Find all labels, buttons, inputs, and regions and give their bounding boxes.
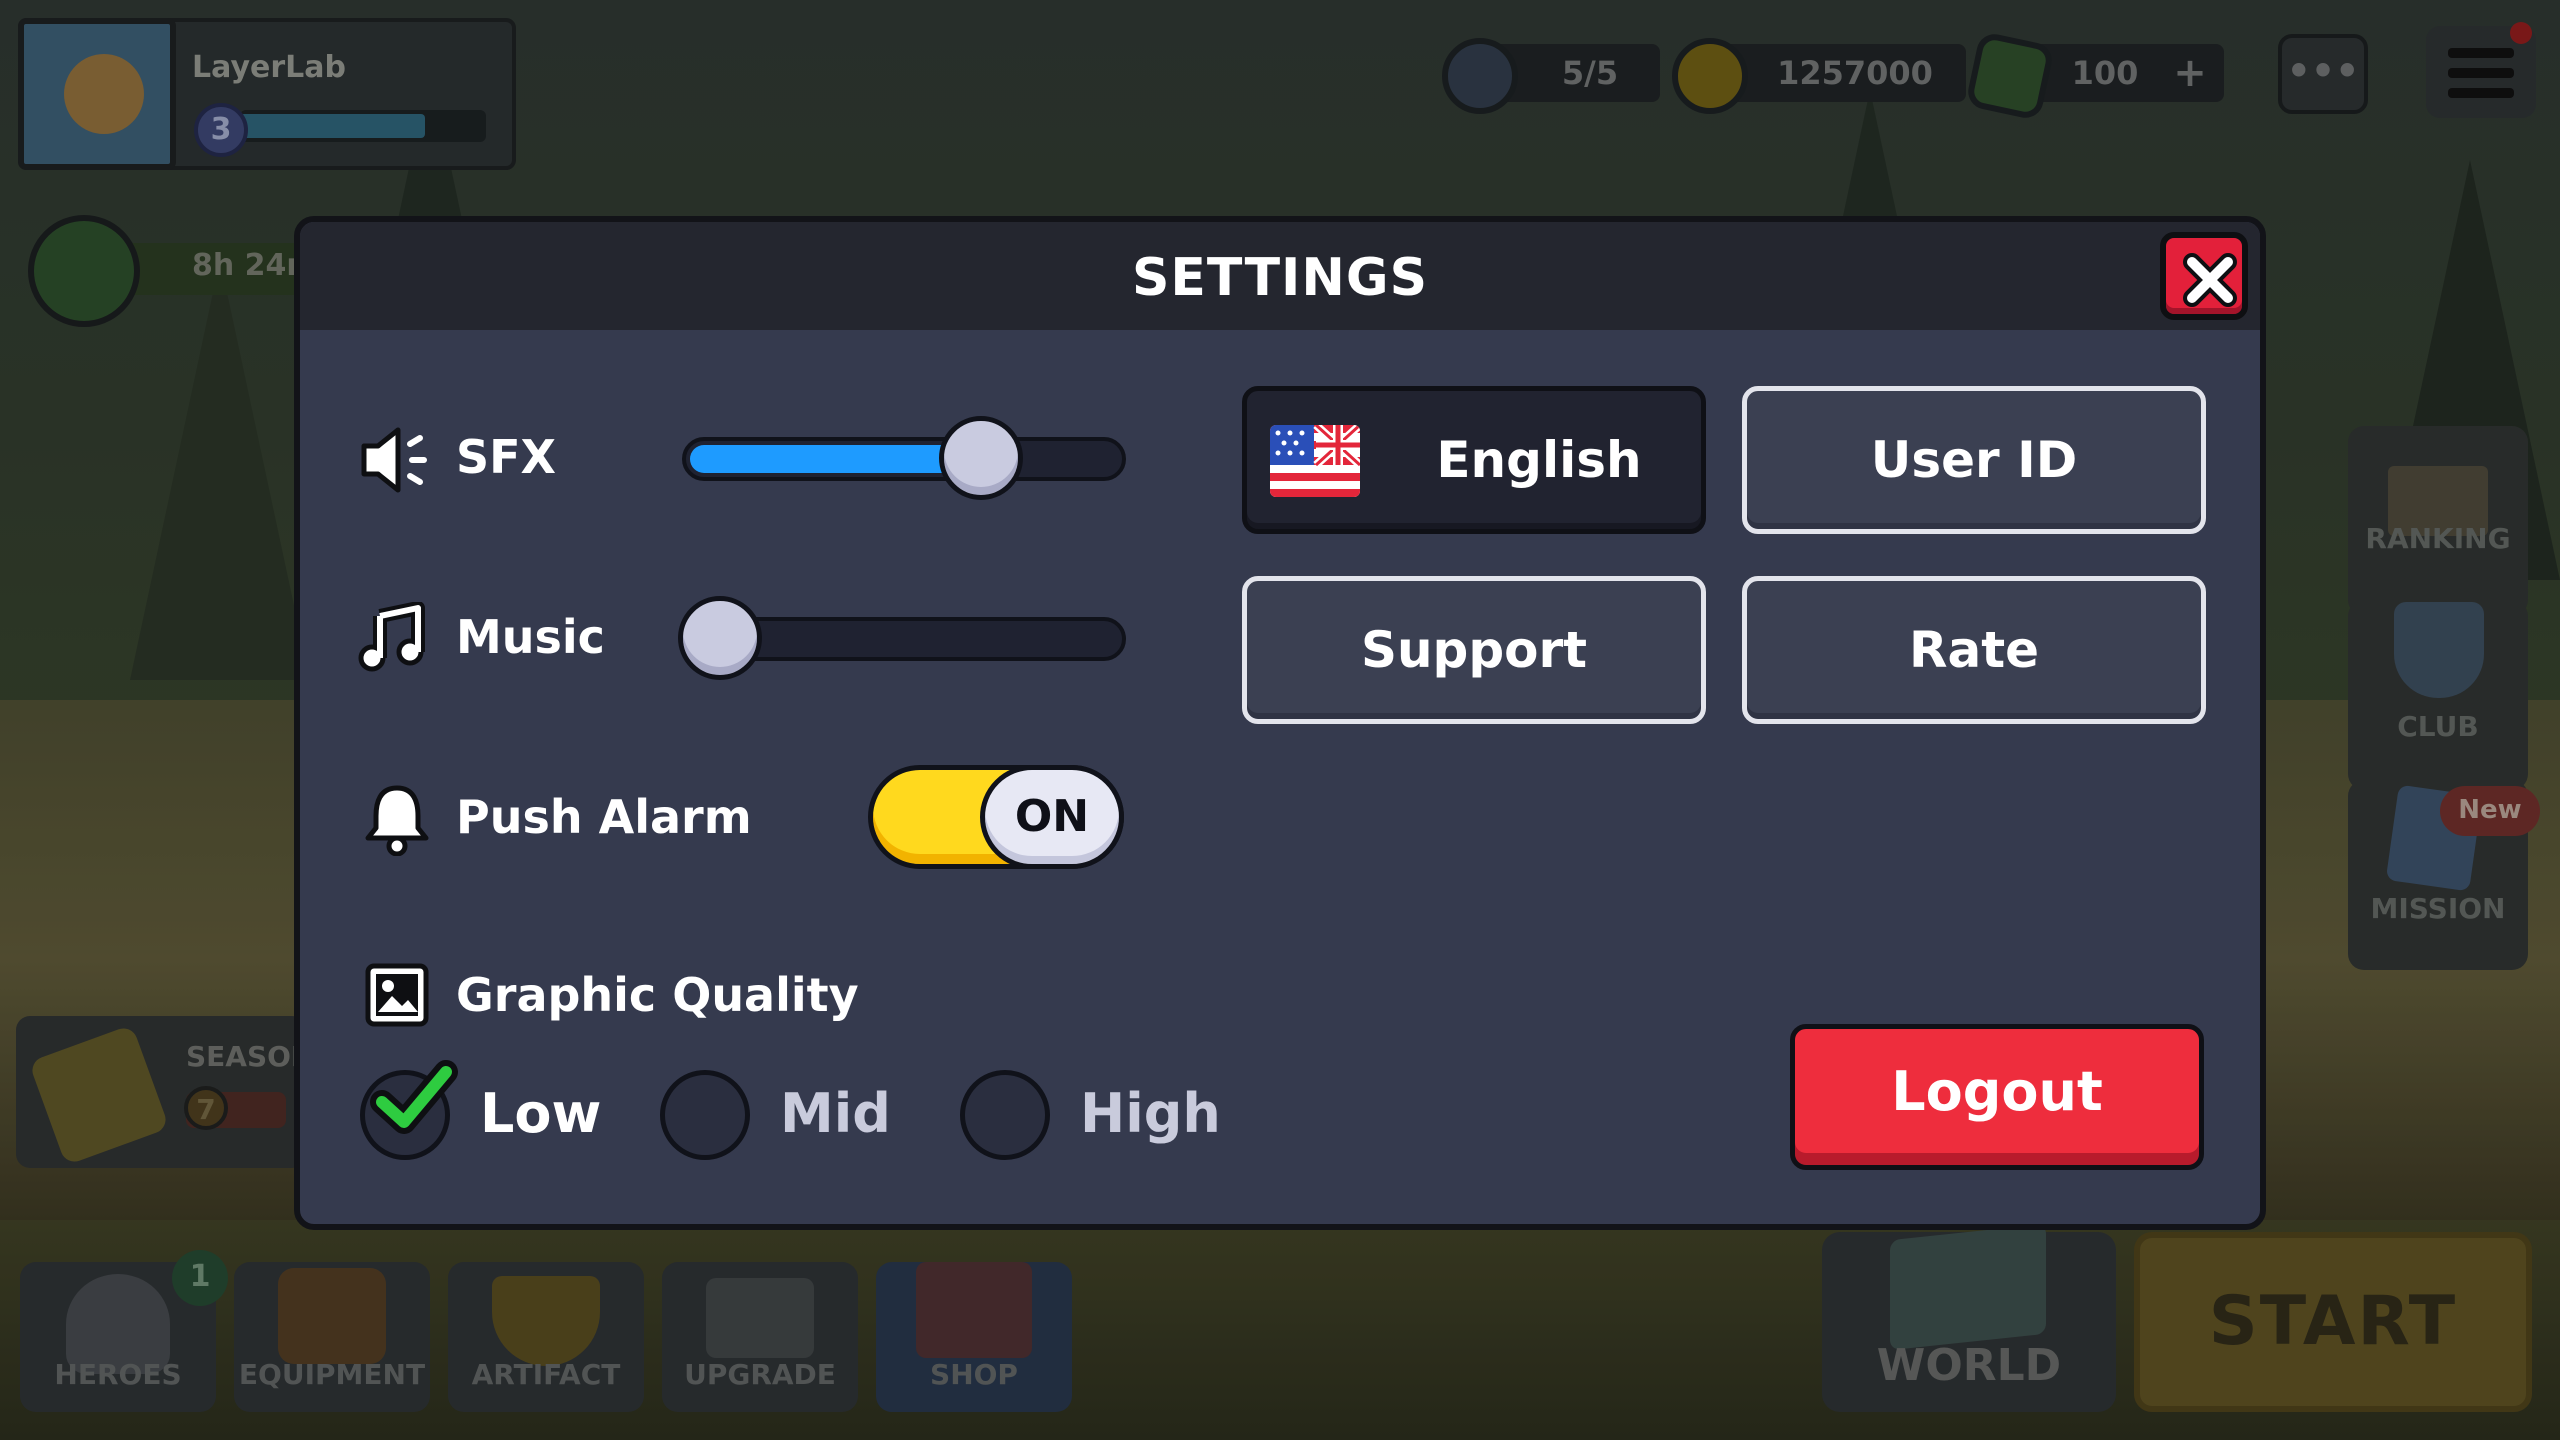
support-label: Support [1360, 621, 1588, 679]
speaker-icon [358, 420, 428, 493]
logout-label: Logout [1891, 1060, 2103, 1123]
user-id-button[interactable]: User ID [1742, 386, 2206, 534]
close-button[interactable] [2160, 232, 2248, 320]
support-button[interactable]: Support [1242, 576, 1706, 724]
sfx-slider-knob[interactable] [939, 416, 1024, 500]
sfx-label: SFX [456, 430, 557, 484]
uk-us-flag-icon [1270, 425, 1360, 497]
quality-mid-radio[interactable] [660, 1070, 750, 1160]
bell-icon [362, 782, 432, 857]
push-alarm-toggle-state[interactable]: ON [980, 765, 1124, 869]
music-label: Music [456, 610, 605, 664]
quality-high-label[interactable]: High [1080, 1082, 1221, 1145]
quality-low-label[interactable]: Low [480, 1082, 601, 1145]
user-id-label: User ID [1870, 431, 2078, 489]
rate-label: Rate [1908, 621, 2040, 679]
sfx-slider[interactable] [682, 437, 1126, 481]
quality-high-radio[interactable] [960, 1070, 1050, 1160]
music-note-icon [358, 601, 428, 672]
push-alarm-label: Push Alarm [456, 790, 752, 844]
checkmark-icon [368, 1058, 458, 1142]
language-label: English [1436, 431, 1642, 489]
image-icon [364, 962, 434, 1032]
graphic-quality-label: Graphic Quality [456, 968, 859, 1022]
dialog-title: SETTINGS [1131, 248, 1429, 308]
close-icon [2183, 253, 2237, 307]
logout-button[interactable]: Logout [1790, 1024, 2204, 1170]
sfx-slider-fill [690, 445, 982, 473]
music-slider-knob[interactable] [678, 596, 762, 680]
quality-mid-label[interactable]: Mid [780, 1082, 891, 1145]
rate-button[interactable]: Rate [1742, 576, 2206, 724]
